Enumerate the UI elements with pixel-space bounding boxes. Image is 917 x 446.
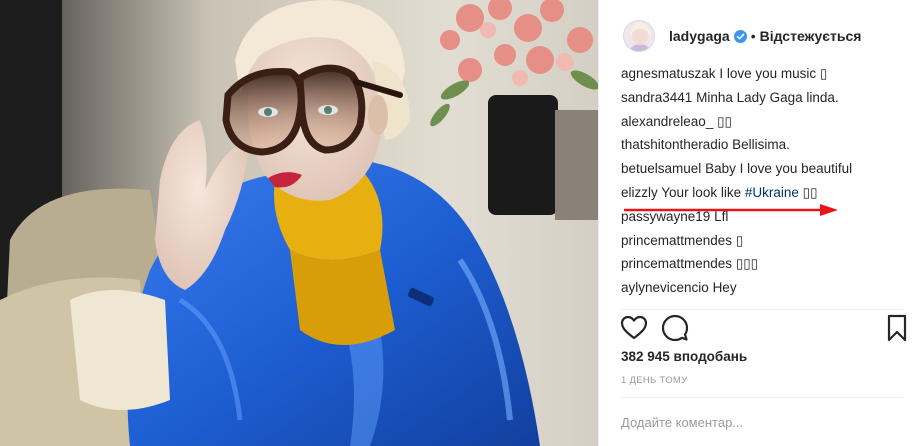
emoji-glyph: ▯ [735, 232, 744, 248]
comment-username[interactable]: sandra3441 [621, 90, 692, 105]
comments-list[interactable]: agnesmatuszak I love you music ▯ sandra3… [621, 68, 911, 308]
comment-item: elizzly Your look like #Ukraine ▯▯ [621, 181, 911, 205]
comment-username[interactable]: aylynevicencio [621, 280, 709, 295]
heart-icon[interactable] [620, 314, 648, 342]
post-photo[interactable] [0, 0, 598, 446]
likes-count[interactable]: 382 945 вподобань [621, 349, 747, 364]
username-link[interactable]: ladygaga [669, 28, 730, 44]
comment-item: thatshitontheradio Bellisima. [621, 133, 911, 157]
comment-text: Bellisima. [732, 137, 790, 153]
emoji-glyph: ▯▯ [717, 113, 732, 129]
comment-item: alexandreleao_ ▯▯ [621, 110, 911, 134]
emoji-glyph: ▯ [819, 68, 828, 81]
divider [620, 397, 903, 398]
photo-illustration [0, 0, 598, 446]
comment-item: princemattmendes ▯▯▯ [621, 252, 911, 276]
post-header: ladygaga • Відстежується [599, 0, 917, 72]
comment-username[interactable]: princemattmendes [621, 233, 732, 248]
comment-text: Baby I love you beautiful [705, 161, 853, 177]
divider [620, 309, 903, 310]
comment-item: sandra3441 Minha Lady Gaga linda. [621, 86, 911, 110]
comment-input[interactable] [621, 412, 905, 432]
comment-item: passywayne19 Lfl [621, 205, 911, 229]
verified-badge-icon [733, 29, 747, 43]
comment-item: aylynevicencio Hey [621, 276, 911, 300]
comment-username[interactable]: agnesmatuszak [621, 68, 716, 81]
emoji-glyph: ▯▯▯ [735, 256, 759, 272]
bookmark-icon[interactable] [883, 314, 911, 342]
avatar-image [624, 21, 654, 51]
hashtag-link[interactable]: #Ukraine [745, 185, 799, 200]
comment-text: Hey [712, 280, 737, 296]
speech-bubble-icon[interactable] [661, 314, 689, 342]
comment-username[interactable]: passywayne19 [621, 209, 710, 224]
comment-text: Your look like [661, 184, 742, 200]
comment-text: Lfl [714, 208, 729, 224]
avatar[interactable] [623, 20, 655, 52]
post-timestamp[interactable]: 1 ДЕНЬ ТОМУ [621, 375, 687, 386]
comment-item: betuelsamuel Baby I love you beautiful [621, 157, 911, 181]
comment-username[interactable]: alexandreleao_ [621, 114, 713, 129]
comment-username[interactable]: thatshitontheradio [621, 137, 728, 152]
comment-username[interactable]: princemattmendes [621, 256, 732, 271]
header-separator: • [750, 28, 756, 44]
comment-text: Minha Lady Gaga linda. [696, 89, 839, 105]
post-actions [620, 314, 910, 344]
following-button[interactable]: Відстежується [760, 28, 862, 44]
comment-username[interactable]: elizzly [621, 185, 658, 200]
comment-item: agnesmatuszak I love you music ▯ [621, 68, 911, 86]
comment-text: I love you music [719, 68, 817, 81]
emoji-glyph: ▯▯ [802, 184, 818, 200]
comment-username[interactable]: betuelsamuel [621, 161, 701, 176]
comment-item: princemattmendes ▯ [621, 229, 911, 253]
